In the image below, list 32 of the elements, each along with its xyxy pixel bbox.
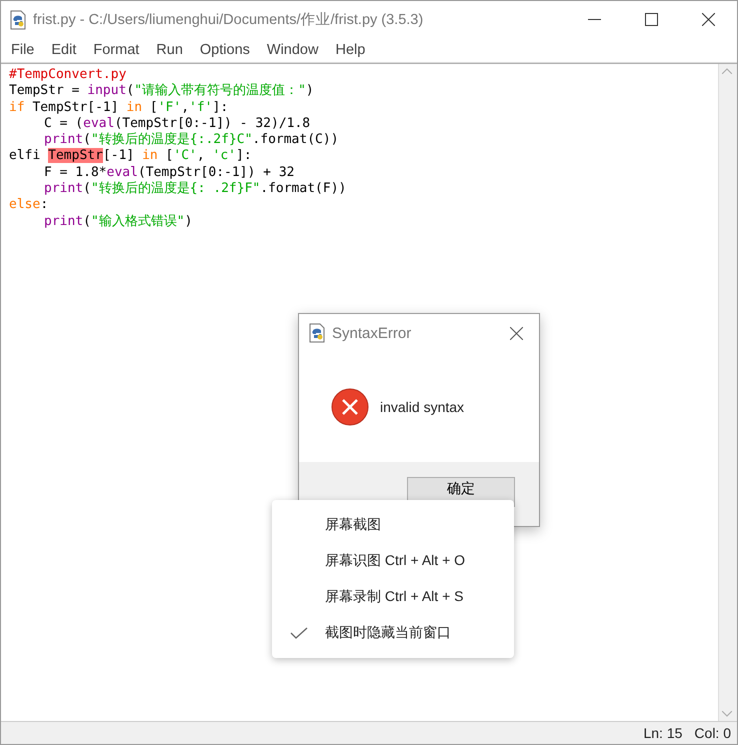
code-line: C = (eval(TempStr[0:-1]) - 32)/1.8 [43, 116, 312, 132]
menu-item[interactable]: 屏幕录制 Ctrl + Alt + S [325, 588, 464, 606]
error-message: invalid syntax [380, 399, 464, 415]
menu-item[interactable]: Help [329, 42, 372, 58]
code-line: F = 1.8*eval(TempStr[0:-1]) + 32 [43, 164, 296, 181]
code-line: print("输入格式错误") [43, 214, 194, 230]
line-number: Ln: 15 [643, 725, 682, 741]
menu-item[interactable]: 屏幕截图 [325, 516, 381, 534]
code-line: TempStr = input("请输入带有符号的温度值：") [9, 83, 315, 100]
menu-item[interactable]: 屏幕识图 Ctrl + Alt + O [325, 552, 466, 570]
code-line: print("转换后的温度是{:.2f}C".format(C)) [43, 132, 340, 148]
code-line: if TempStr[-1] in ['F','f']: [9, 100, 230, 116]
menu-item[interactable]: 截图时隐藏当前窗口 [325, 624, 451, 642]
column-number: Col: 0 [694, 725, 731, 741]
window-title: frist.py - C:/Users/liumenghui/Documents/作业/frist.py (3.5.3) [33, 11, 424, 29]
menu-item[interactable]: Run [150, 42, 189, 58]
maximize-icon[interactable] [645, 13, 658, 26]
code-line: print("转换后的温度是{: .2f}F".format(F)) [43, 181, 348, 198]
dialog-title: SyntaxError [332, 324, 412, 342]
menu-item[interactable]: Window [260, 42, 324, 58]
python-icon [308, 323, 326, 343]
code-line: #TempConvert.py [9, 67, 128, 84]
close-icon[interactable] [510, 326, 523, 340]
menu-item[interactable]: File [5, 42, 40, 58]
code-line: elfi TempStr[-1] in ['C', 'c']: [9, 148, 253, 165]
code-line: else: [9, 197, 50, 214]
python-file-icon [9, 10, 27, 30]
close-icon[interactable] [702, 13, 715, 26]
menu-item[interactable]: Options [194, 42, 256, 58]
error-icon [331, 388, 369, 426]
menu-item[interactable]: Format [87, 42, 146, 58]
menu-item[interactable]: Edit [45, 42, 82, 58]
